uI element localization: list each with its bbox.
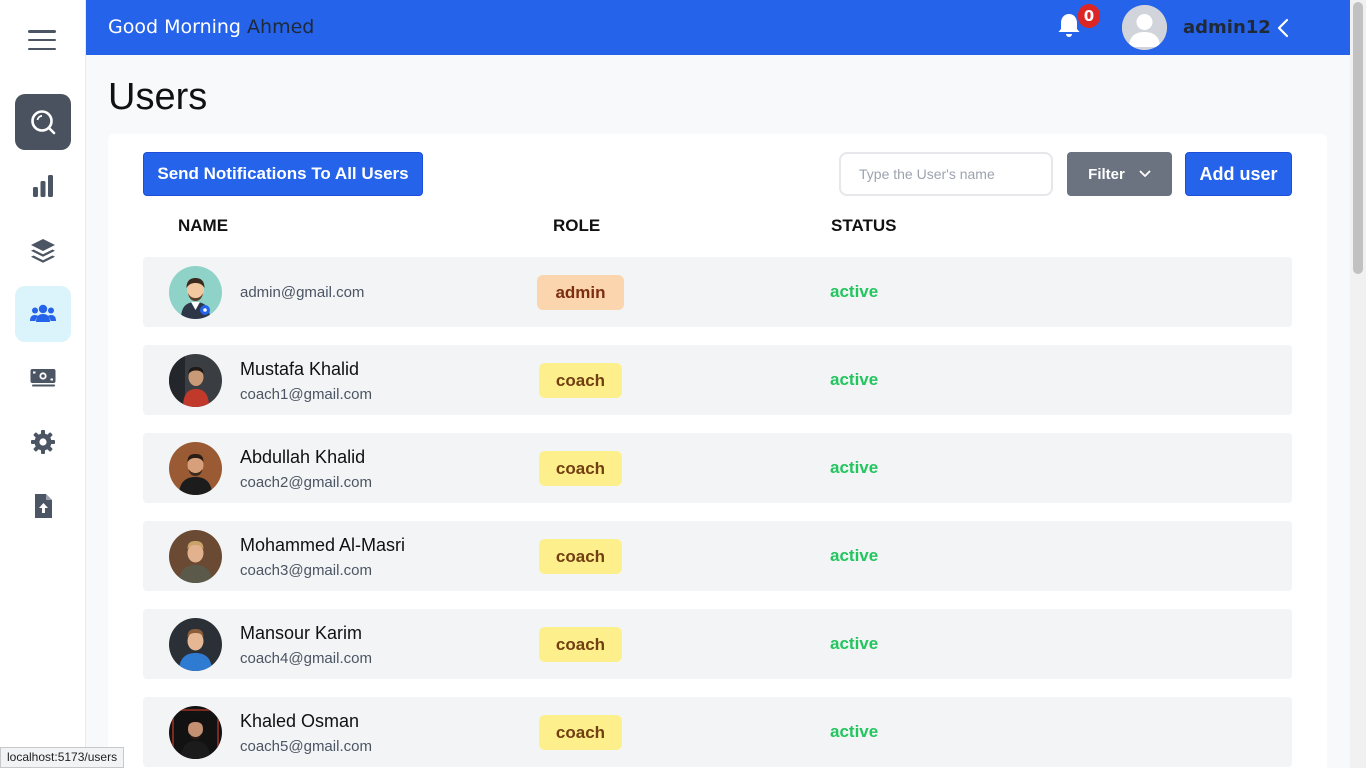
admin-avatar-icon: [169, 266, 222, 319]
hamburger-menu-icon[interactable]: [28, 30, 56, 50]
status-text: active: [830, 722, 879, 741]
users-icon: [30, 304, 56, 322]
sidebar-item-upload[interactable]: [15, 478, 71, 534]
user-avatar: [169, 266, 222, 319]
search-user-input[interactable]: [839, 152, 1053, 196]
role-badge: coach: [539, 363, 622, 398]
status-text: active: [830, 546, 879, 565]
user-avatar: [169, 354, 222, 407]
user-avatar: [169, 530, 222, 583]
coach-photo: [169, 530, 222, 583]
filter-label: Filter: [1088, 165, 1125, 183]
column-header-status: STATUS: [831, 216, 897, 235]
role-badge: admin: [537, 275, 624, 310]
search-icon: [31, 110, 56, 135]
chevron-down-icon: [1139, 170, 1151, 177]
coach-photo: [169, 618, 222, 671]
user-avatar: [169, 442, 222, 495]
role-badge: coach: [539, 539, 622, 574]
greeting: Good Morning Ahmed: [108, 16, 314, 38]
coach-photo: [169, 442, 222, 495]
sidebar-item-dashboard[interactable]: [15, 158, 71, 214]
status-text: active: [830, 458, 879, 477]
link-url-status: localhost:5173/users: [0, 747, 125, 768]
add-user-button[interactable]: Add user: [1185, 152, 1292, 196]
role-badge: coach: [539, 451, 622, 486]
coach-photo: [169, 706, 222, 759]
column-header-name: NAME: [178, 216, 229, 235]
status-text: active: [830, 370, 879, 389]
send-notifications-button[interactable]: Send Notifications To All Users: [143, 152, 423, 196]
scrollbar-thumb[interactable]: [1353, 2, 1363, 274]
user-email: coach5@gmail.com: [240, 738, 372, 755]
sidebar-item-users[interactable]: [15, 286, 71, 342]
bar-chart-icon: [33, 175, 53, 197]
greeting-text: Good Morning: [108, 16, 241, 38]
money-icon: [30, 369, 56, 387]
table-row[interactable]: Mohammed Al-Masri coach3@gmail.com coach…: [143, 521, 1292, 591]
user-name: Khaled Osman: [240, 711, 360, 731]
user-name: Mustafa Khalid: [240, 359, 360, 379]
user-name: Mohammed Al-Masri: [240, 535, 406, 555]
filter-button[interactable]: Filter: [1067, 152, 1172, 196]
top-header: Good Morning Ahmed 0 admin12: [86, 0, 1350, 55]
user-email: coach1@gmail.com: [240, 386, 372, 403]
file-upload-icon: [35, 494, 52, 518]
page-scrollbar[interactable]: [1350, 0, 1366, 768]
user-email: coach4@gmail.com: [240, 650, 372, 667]
role-badge: coach: [539, 627, 622, 662]
table-row[interactable]: Mansour Karim coach4@gmail.com coach act…: [143, 609, 1292, 679]
user-avatar: [169, 706, 222, 759]
sidebar-item-layers[interactable]: [15, 222, 71, 278]
user-email: admin@gmail.com: [240, 284, 365, 301]
user-name: Abdullah Khalid: [240, 447, 366, 467]
column-header-role: ROLE: [553, 216, 601, 235]
notification-count-badge: 0: [1078, 4, 1100, 28]
user-email: coach2@gmail.com: [240, 474, 372, 491]
sidebar: [0, 0, 86, 768]
layers-icon: [31, 239, 55, 263]
table-row[interactable]: admin@gmail.com admin active: [143, 257, 1292, 327]
chevron-left-icon[interactable]: [1274, 17, 1294, 39]
status-text: active: [830, 282, 879, 301]
user-email: coach3@gmail.com: [240, 562, 372, 579]
username[interactable]: admin12: [1183, 17, 1271, 38]
greeting-name: Ahmed: [247, 16, 315, 38]
gear-icon: [31, 430, 55, 454]
user-name: Mansour Karim: [240, 623, 363, 643]
sidebar-item-settings[interactable]: [15, 414, 71, 470]
sidebar-item-search[interactable]: [15, 94, 71, 150]
page-title: Users: [108, 76, 208, 118]
user-silhouette-icon: [1122, 5, 1167, 50]
status-text: active: [830, 634, 879, 653]
role-badge: coach: [539, 715, 622, 750]
table-row[interactable]: Khaled Osman coach5@gmail.com coach acti…: [143, 697, 1292, 767]
coach-photo: [169, 354, 222, 407]
table-row[interactable]: Mustafa Khalid coach1@gmail.com coach ac…: [143, 345, 1292, 415]
table-row[interactable]: Abdullah Khalid coach2@gmail.com coach a…: [143, 433, 1292, 503]
user-avatar[interactable]: [1122, 5, 1167, 50]
user-avatar: [169, 618, 222, 671]
sidebar-item-payments[interactable]: [15, 350, 71, 406]
